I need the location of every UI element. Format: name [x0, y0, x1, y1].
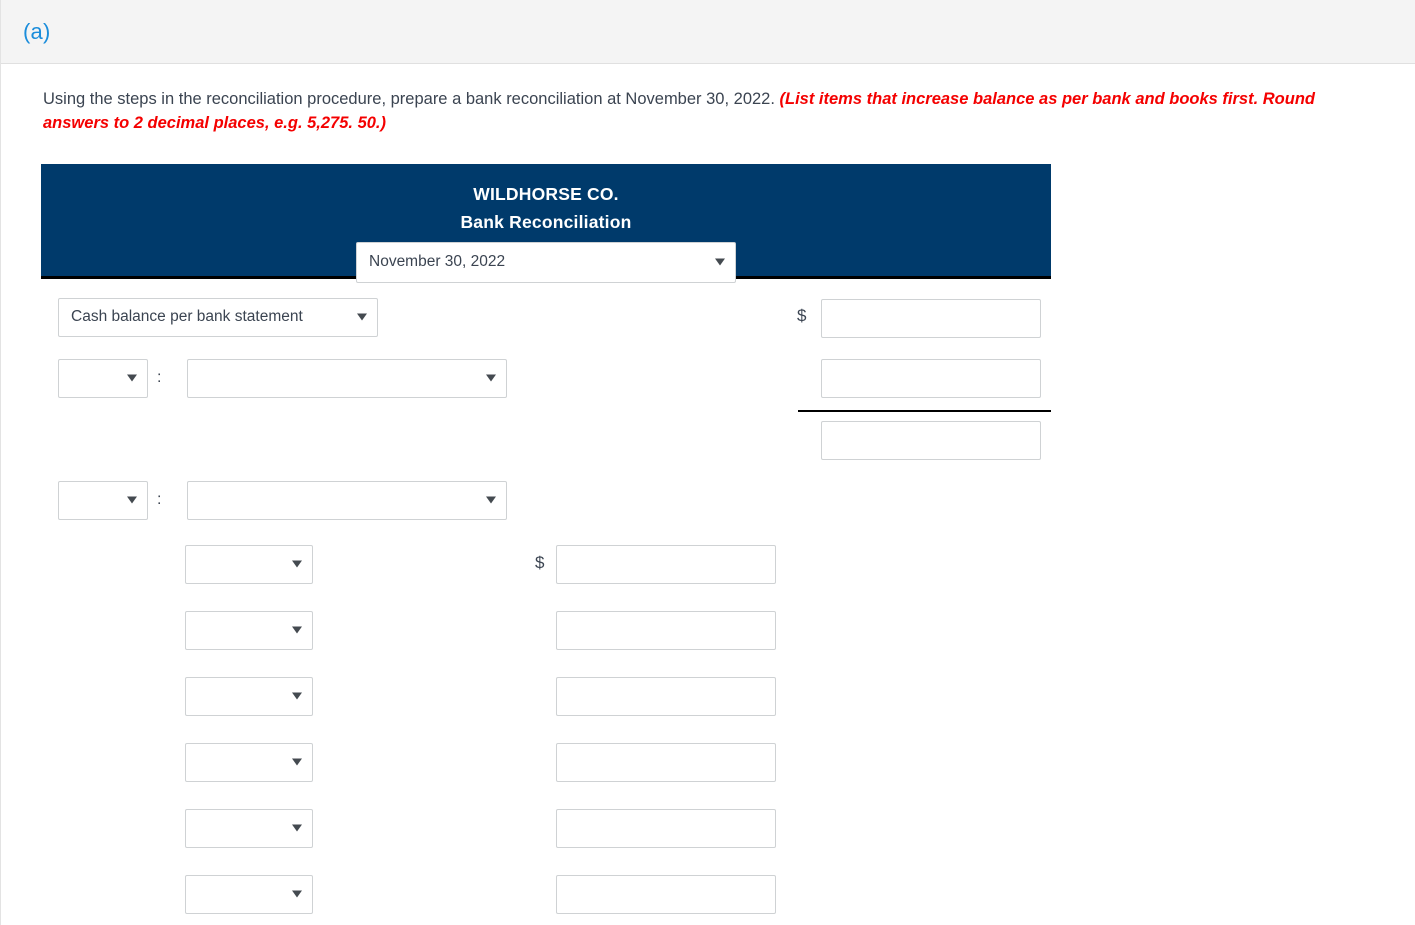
bank-balance-label-select[interactable]: Cash balance per bank statement	[58, 297, 378, 337]
chevron-down-icon	[292, 560, 302, 568]
section-header-bar: (a)	[1, 0, 1415, 64]
chevron-down-icon	[292, 692, 302, 700]
bank-balance-input[interactable]	[821, 298, 1041, 338]
bank-adjustment-amount-input-1[interactable]	[821, 358, 1041, 398]
row-books-adjustment-2: :	[41, 479, 1051, 545]
chevron-down-icon	[486, 496, 496, 504]
chevron-down-icon	[486, 374, 496, 382]
detail-row	[41, 808, 1051, 875]
detail-currency-symbol: $	[535, 552, 545, 572]
books-adjustment-sign-select-2[interactable]	[58, 480, 148, 520]
bank-balance-label-value: Cash balance per bank statement	[71, 308, 303, 326]
instructions-text: Using the steps in the reconciliation pr…	[1, 64, 1376, 136]
detail-item-select-2[interactable]	[185, 610, 313, 650]
subtotal-rule	[798, 409, 1051, 412]
bank-subtotal-input[interactable]	[821, 420, 1041, 460]
chevron-down-icon	[127, 496, 137, 504]
chevron-down-icon	[127, 374, 137, 382]
row-bank-subtotal	[41, 409, 1051, 479]
chevron-down-icon	[292, 824, 302, 832]
statement-date-value: November 30, 2022	[369, 253, 506, 271]
statement-date-select[interactable]: November 30, 2022	[356, 241, 736, 283]
detail-amount-input-4[interactable]	[556, 742, 776, 782]
detail-item-select-4[interactable]	[185, 742, 313, 782]
detail-rows-container: $	[41, 544, 1051, 925]
question-page: (a) Using the steps in the reconciliatio…	[0, 0, 1415, 925]
bank-reconciliation-statement: WILDHORSE CO. Bank Reconciliation Novemb…	[41, 163, 1051, 925]
books-adjustment-item-select-2[interactable]	[187, 480, 507, 520]
detail-row	[41, 676, 1051, 743]
detail-amount-input-6[interactable]	[556, 874, 776, 914]
detail-row	[41, 610, 1051, 677]
chevron-down-icon	[292, 890, 302, 898]
row-bank-balance: Cash balance per bank statement $	[41, 279, 1051, 351]
detail-amount-input-3[interactable]	[556, 676, 776, 716]
chevron-down-icon	[357, 313, 367, 321]
bank-adjustment-sign-select-1[interactable]	[58, 358, 148, 398]
statement-header: WILDHORSE CO. Bank Reconciliation Novemb…	[41, 163, 1051, 283]
chevron-down-icon	[715, 258, 725, 266]
detail-amount-input-1[interactable]	[556, 544, 776, 584]
detail-row	[41, 742, 1051, 809]
detail-item-select-1[interactable]	[185, 544, 313, 584]
books-adjustment-colon-2: :	[157, 490, 162, 508]
statement-title: Bank Reconciliation	[460, 211, 632, 232]
detail-item-select-5[interactable]	[185, 808, 313, 848]
instructions-normal: Using the steps in the reconciliation pr…	[43, 90, 780, 108]
chevron-down-icon	[292, 626, 302, 634]
detail-row: $	[41, 544, 1051, 611]
row-bank-adjustment-1: :	[41, 351, 1051, 417]
detail-item-select-3[interactable]	[185, 676, 313, 716]
bank-adjustment-item-select-1[interactable]	[187, 358, 507, 398]
detail-row	[41, 874, 1051, 925]
bank-balance-currency-symbol: $	[797, 305, 807, 325]
detail-amount-input-5[interactable]	[556, 808, 776, 848]
section-part-label: (a)	[23, 18, 51, 44]
detail-amount-input-2[interactable]	[556, 610, 776, 650]
statement-body: Cash balance per bank statement $ :: $	[41, 279, 1051, 925]
bank-adjustment-colon-1: :	[157, 368, 162, 386]
chevron-down-icon	[292, 758, 302, 766]
company-name: WILDHORSE CO.	[473, 183, 619, 204]
detail-item-select-6[interactable]	[185, 874, 313, 914]
